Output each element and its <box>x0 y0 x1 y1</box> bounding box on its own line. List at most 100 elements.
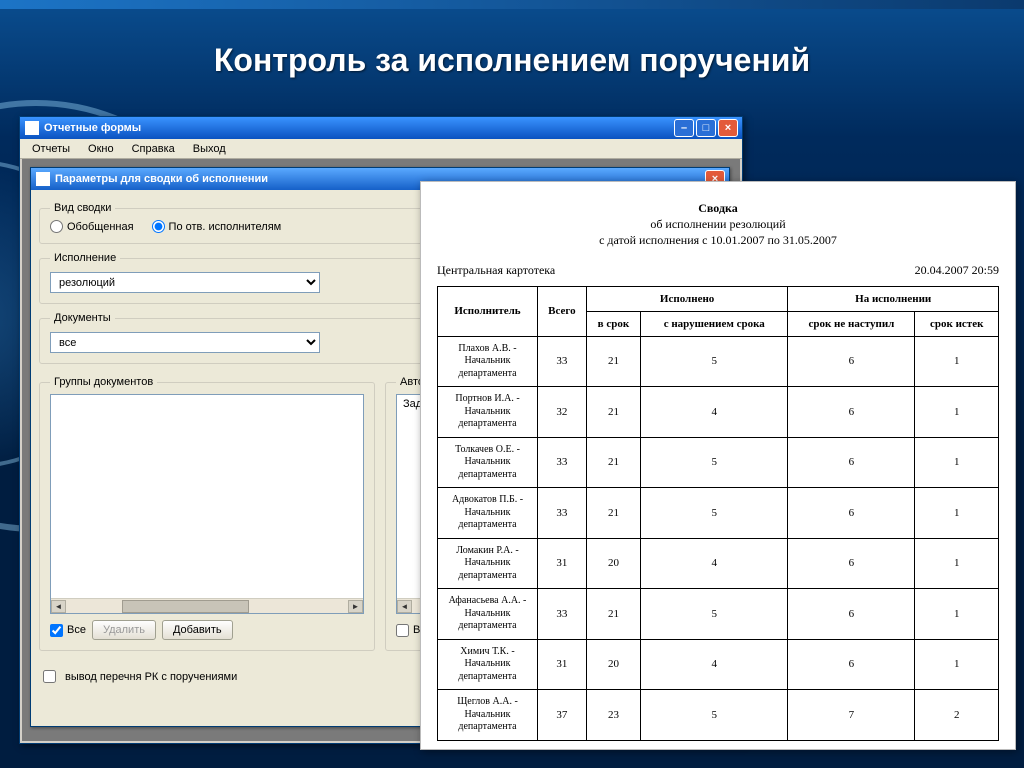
combo-execution[interactable]: резолюций <box>50 272 320 293</box>
cell-violated: 5 <box>641 336 788 387</box>
table-row: Плахов А.В. - Начальник департамента3321… <box>438 336 999 387</box>
th-total: Всего <box>538 286 587 336</box>
radio-general-label: Обобщенная <box>67 221 134 233</box>
cell-total: 32 <box>538 387 587 438</box>
cell-in_time: 21 <box>586 336 640 387</box>
cell-exec: Афанасьева А.А. - Начальник департамента <box>438 589 538 640</box>
menu-window[interactable]: Окно <box>80 141 122 157</box>
delete-group-button[interactable]: Удалить <box>92 620 156 640</box>
slide-title: Контроль за исполнением поручений <box>0 42 1024 79</box>
group-execution-legend: Исполнение <box>50 252 120 264</box>
cell-in_time: 23 <box>586 690 640 741</box>
menu-help[interactable]: Справка <box>124 141 183 157</box>
cell-total: 31 <box>538 538 587 589</box>
cell-expired: 1 <box>915 538 999 589</box>
cell-not_due: 6 <box>788 488 915 539</box>
cell-in_time: 21 <box>586 437 640 488</box>
cell-expired: 1 <box>915 336 999 387</box>
report-document: Сводка об исполнении резолюций с датой и… <box>420 181 1016 750</box>
cell-total: 33 <box>538 437 587 488</box>
th-pending-group: На исполнении <box>788 286 999 311</box>
cell-in_time: 21 <box>586 589 640 640</box>
menu-exit[interactable]: Выход <box>185 141 234 157</box>
group-doc-groups-legend: Группы документов <box>50 376 157 388</box>
th-in-time: в срок <box>586 311 640 336</box>
cell-expired: 1 <box>915 387 999 438</box>
cell-exec: Щеглов А.А. - Начальник департамента <box>438 690 538 741</box>
cell-expired: 2 <box>915 690 999 741</box>
cell-exec: Плахов А.В. - Начальник департамента <box>438 336 538 387</box>
scrollbar-doc-groups[interactable]: ◄ ► <box>51 598 363 613</box>
minimize-button[interactable]: – <box>674 119 694 137</box>
cell-total: 33 <box>538 336 587 387</box>
add-group-button[interactable]: Добавить <box>162 620 233 640</box>
table-row: Толкачев О.Е. - Начальник департамента33… <box>438 437 999 488</box>
cell-not_due: 6 <box>788 639 915 690</box>
table-row: Афанасьева А.А. - Начальник департамента… <box>438 589 999 640</box>
group-doc-groups: Группы документов ◄ ► Все <box>39 376 375 651</box>
cell-in_time: 20 <box>586 538 640 589</box>
table-row: Адвокатов П.Б. - Начальник департамента3… <box>438 488 999 539</box>
radio-by-exec-label: По отв. исполнителям <box>169 221 282 233</box>
cell-in_time: 21 <box>586 488 640 539</box>
close-button[interactable]: × <box>718 119 738 137</box>
th-expired: срок истек <box>915 311 999 336</box>
table-row: Щеглов А.А. - Начальник департамента3723… <box>438 690 999 741</box>
cell-exec: Ломакин Р.А. - Начальник департамента <box>438 538 538 589</box>
titlebar-main[interactable]: Отчетные формы – □ × <box>20 117 742 139</box>
listbox-doc-groups[interactable]: ◄ ► <box>50 394 364 614</box>
group-view-legend: Вид сводки <box>50 202 115 214</box>
maximize-button[interactable]: □ <box>696 119 716 137</box>
radio-general[interactable]: Обобщенная <box>50 220 134 233</box>
cell-not_due: 6 <box>788 589 915 640</box>
cell-not_due: 7 <box>788 690 915 741</box>
menubar: Отчеты Окно Справка Выход <box>20 139 742 159</box>
dialog-icon <box>36 172 50 186</box>
window-title: Отчетные формы <box>44 122 674 134</box>
cell-exec: Химич Т.К. - Начальник департамента <box>438 639 538 690</box>
cell-exec: Толкачев О.Е. - Начальник департамента <box>438 437 538 488</box>
group-documents-legend: Документы <box>50 312 115 324</box>
cell-in_time: 21 <box>586 387 640 438</box>
radio-general-input[interactable] <box>50 220 63 233</box>
report-left-meta: Центральная картотека <box>437 263 555 278</box>
cell-expired: 1 <box>915 437 999 488</box>
cell-violated: 4 <box>641 387 788 438</box>
cell-not_due: 6 <box>788 387 915 438</box>
checkbox-output-rk-label: вывод перечня РК с поручениями <box>65 671 237 683</box>
radio-by-exec[interactable]: По отв. исполнителям <box>152 220 282 233</box>
scroll-left-icon[interactable]: ◄ <box>51 600 66 613</box>
checkbox-all-groups[interactable]: Все <box>50 624 86 637</box>
radio-by-exec-input[interactable] <box>152 220 165 233</box>
checkbox-output-rk[interactable] <box>43 670 56 683</box>
checkbox-all-authors-input[interactable] <box>396 624 409 637</box>
cell-expired: 1 <box>915 589 999 640</box>
scroll-right-icon[interactable]: ► <box>348 600 363 613</box>
report-table: Исполнитель Всего Исполнено На исполнени… <box>437 286 999 741</box>
report-header: Сводка об исполнении резолюций с датой и… <box>437 200 999 249</box>
scroll-left-icon[interactable]: ◄ <box>397 600 412 613</box>
table-row: Ломакин Р.А. - Начальник департамента312… <box>438 538 999 589</box>
th-violated: с нарушением срока <box>641 311 788 336</box>
checkbox-all-groups-label: Все <box>67 624 86 636</box>
cell-in_time: 20 <box>586 639 640 690</box>
cell-expired: 1 <box>915 488 999 539</box>
checkbox-all-groups-input[interactable] <box>50 624 63 637</box>
cell-not_due: 6 <box>788 437 915 488</box>
cell-violated: 4 <box>641 639 788 690</box>
table-row: Химич Т.К. - Начальник департамента31204… <box>438 639 999 690</box>
cell-violated: 5 <box>641 488 788 539</box>
cell-total: 31 <box>538 639 587 690</box>
th-not-due: срок не наступил <box>788 311 915 336</box>
cell-not_due: 6 <box>788 336 915 387</box>
report-right-meta: 20.04.2007 20:59 <box>915 263 999 278</box>
combo-documents[interactable]: все <box>50 332 320 353</box>
report-title-1: Сводка <box>437 200 999 216</box>
cell-violated: 5 <box>641 437 788 488</box>
cell-not_due: 6 <box>788 538 915 589</box>
cell-violated: 5 <box>641 690 788 741</box>
menu-reports[interactable]: Отчеты <box>24 141 78 157</box>
cell-expired: 1 <box>915 639 999 690</box>
cell-total: 33 <box>538 488 587 539</box>
cell-exec: Портнов И.А. - Начальник департамента <box>438 387 538 438</box>
